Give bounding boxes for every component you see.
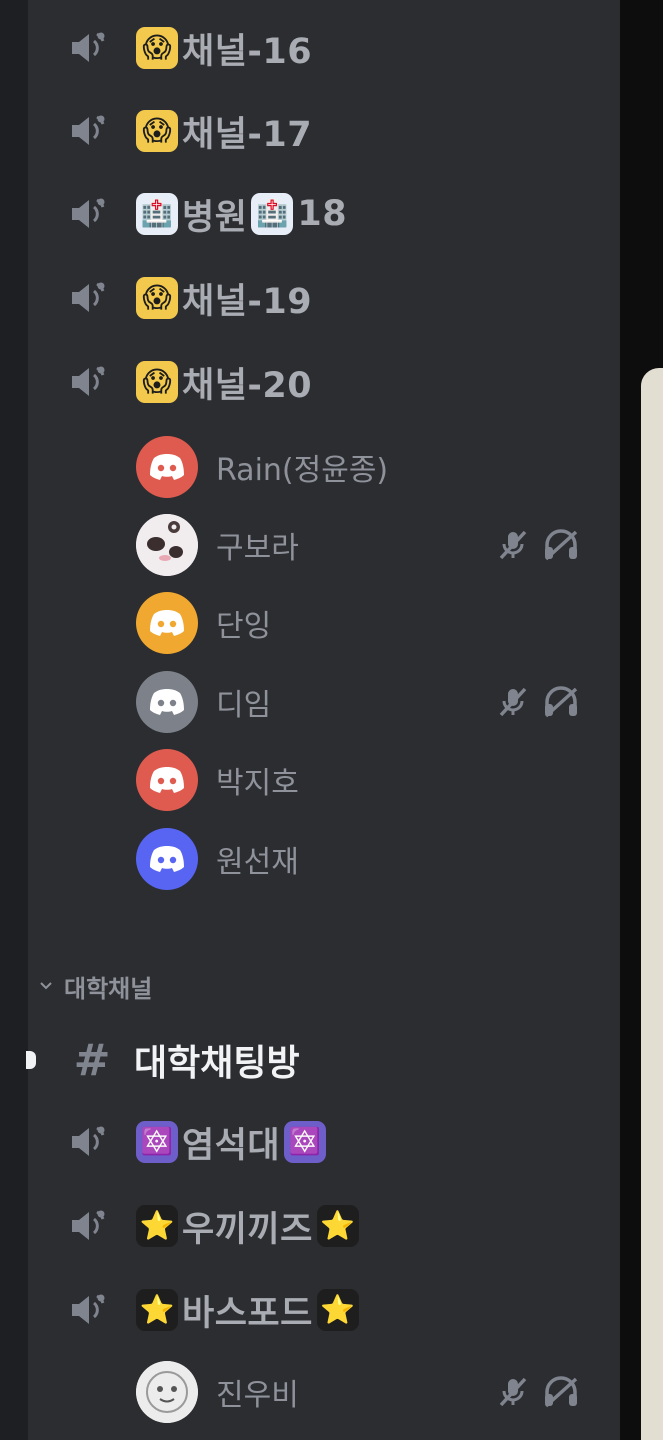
channel-name: 병원: [182, 197, 248, 238]
voice-member-jinwoobi[interactable]: 진우비: [28, 1357, 620, 1427]
member-name: 원선재: [216, 845, 299, 880]
speaker-icon: [72, 1210, 105, 1240]
text-channel-name: 대학채팅방: [134, 1043, 300, 1084]
voice-member-daning[interactable]: 단잉: [28, 588, 620, 658]
hospital-emoji-icon: 🏥: [136, 193, 178, 235]
voice-channel-hospital-18[interactable]: 🏥 병원 🏥 18: [28, 178, 620, 250]
voice-channel-16[interactable]: 😱 채널-16: [28, 12, 620, 84]
microphone-muted-icon: [499, 530, 527, 560]
channel-label: 🏥 병원 🏥 18: [136, 189, 347, 240]
channel-label: 😱 채널-19: [136, 273, 312, 324]
scream-emoji-icon: 😱: [136, 277, 178, 319]
channel-name: 채널-17: [182, 114, 313, 155]
channel-label: ⭐ 우끼끼즈 ⭐: [136, 1201, 359, 1252]
microphone-muted-icon: [499, 1377, 527, 1407]
star-emoji-icon: ⭐: [316, 1289, 359, 1331]
microphone-muted-icon: [499, 687, 527, 717]
voice-channel-ukkikkijeu[interactable]: ⭐ 우끼끼즈 ⭐: [28, 1190, 620, 1262]
voice-channel-yeomseokdae[interactable]: 🔯 염석대 🔯: [28, 1106, 620, 1178]
status-icons: [496, 1375, 580, 1409]
channel-name: 채널-20: [182, 365, 313, 406]
chevron-down-icon: [40, 982, 52, 990]
channel-label: 😱 채널-20: [136, 357, 312, 408]
voice-member-guboran[interactable]: 구보라: [28, 510, 620, 580]
channel-name: 채널-19: [182, 281, 313, 322]
channel-label: 🔯 염석대 🔯: [136, 1117, 327, 1168]
status-icons: [496, 528, 580, 562]
channel-name: 염석대: [182, 1125, 281, 1166]
unread-indicator: [26, 1051, 36, 1069]
scream-emoji-icon: 😱: [136, 110, 178, 152]
hash-icon: #: [73, 1034, 111, 1086]
category-label: 대학채널: [64, 974, 153, 1003]
channel-label: 😱 채널-17: [136, 106, 312, 157]
member-name: 진우비: [216, 1378, 299, 1413]
headphones-deafened-icon: [544, 1376, 578, 1408]
character-avatar-icon: [136, 514, 198, 576]
channel-name: 우끼끼즈: [182, 1209, 313, 1250]
channel-name: 바스포드: [182, 1293, 313, 1334]
voice-member-diim[interactable]: 디임: [28, 667, 620, 737]
voice-channel-17[interactable]: 😱 채널-17: [28, 95, 620, 167]
speaker-icon: [72, 1294, 105, 1324]
channel-name-suffix: 18: [297, 194, 348, 234]
avatar: [136, 828, 198, 890]
voice-channel-20[interactable]: 😱 채널-20: [28, 346, 620, 418]
discord-logo-icon: [150, 846, 184, 872]
avatar: [136, 514, 198, 576]
voice-channel-19[interactable]: 😱 채널-19: [28, 262, 620, 334]
voice-channel-baseupodeu[interactable]: ⭐ 바스포드 ⭐: [28, 1274, 620, 1346]
hospital-emoji-icon: 🏥: [251, 193, 294, 235]
member-name: Rain(정윤종): [216, 453, 389, 488]
discord-logo-icon: [150, 610, 184, 636]
status-icons: [496, 685, 580, 719]
star-emoji-icon: ⭐: [136, 1289, 178, 1331]
avatar: [136, 1361, 198, 1423]
hexagram-emoji-icon: 🔯: [136, 1121, 178, 1163]
avatar: [136, 592, 198, 654]
speaker-icon: [72, 198, 105, 228]
member-name: 박지호: [216, 766, 299, 801]
speaker-icon: [72, 32, 105, 62]
discord-logo-icon: [150, 454, 184, 480]
hexagram-emoji-icon: 🔯: [284, 1121, 327, 1163]
member-name: 디임: [216, 688, 272, 723]
speaker-icon: [72, 1126, 105, 1156]
headphones-deafened-icon: [544, 529, 578, 561]
text-channel[interactable]: # 대학채팅방: [26, 1024, 620, 1096]
speaker-icon: [72, 282, 105, 312]
avatar: [136, 436, 198, 498]
channel-label: 😱 채널-16: [136, 23, 312, 74]
avatar: [136, 749, 198, 811]
voice-member-parkjiho[interactable]: 박지호: [28, 745, 620, 815]
scream-emoji-icon: 😱: [136, 361, 178, 403]
headphones-deafened-icon: [544, 686, 578, 718]
voice-member-wonseonjae[interactable]: 원선재: [28, 824, 620, 894]
member-name: 구보라: [216, 531, 299, 566]
content-panel-edge: [641, 368, 663, 1440]
member-name: 단잉: [216, 609, 272, 644]
discord-logo-icon: [150, 767, 184, 793]
voice-member-rain[interactable]: Rain(정윤종): [28, 432, 620, 502]
channel-label: ⭐ 바스포드 ⭐: [136, 1285, 359, 1336]
channel-sidebar: 😱 채널-16 😱 채널-17 🏥 병원 🏥 18 😱 채널-19 😱 채널-2…: [26, 0, 620, 1440]
speaker-icon: [72, 366, 105, 396]
channel-name: 채널-16: [182, 31, 313, 72]
discord-logo-icon: [150, 689, 184, 715]
star-emoji-icon: ⭐: [316, 1205, 359, 1247]
star-emoji-icon: ⭐: [136, 1205, 178, 1247]
category-header[interactable]: 대학채널: [38, 968, 152, 1004]
scream-emoji-icon: 😱: [136, 27, 178, 69]
avatar: [136, 671, 198, 733]
speaker-icon: [72, 115, 105, 145]
character-avatar-icon: [136, 1361, 198, 1423]
server-rail: [0, 0, 28, 1440]
